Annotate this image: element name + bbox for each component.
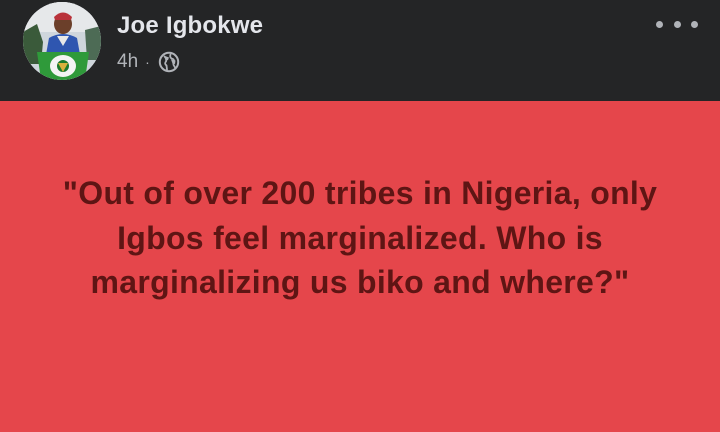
post-header: Joe Igbokwe 4h ·: [0, 0, 720, 101]
post-time[interactable]: 4h: [117, 51, 138, 73]
more-dot: [656, 20, 663, 28]
meta-separator: ·: [145, 54, 150, 70]
facebook-post: Joe Igbokwe 4h · "Out of over 200 tribes…: [0, 0, 720, 432]
profile-photo: [23, 2, 101, 80]
more-dot: [691, 20, 698, 28]
post-meta: 4h ·: [117, 50, 180, 74]
more-options-icon[interactable]: [656, 10, 698, 38]
post-quote-text: "Out of over 200 tribes in Nigeria, only…: [62, 175, 658, 300]
author-name[interactable]: Joe Igbokwe: [117, 12, 263, 40]
author-avatar[interactable]: [23, 2, 101, 80]
post-background: "Out of over 200 tribes in Nigeria, only…: [0, 101, 720, 432]
globe-icon: [158, 51, 180, 73]
more-dot: [673, 20, 681, 28]
